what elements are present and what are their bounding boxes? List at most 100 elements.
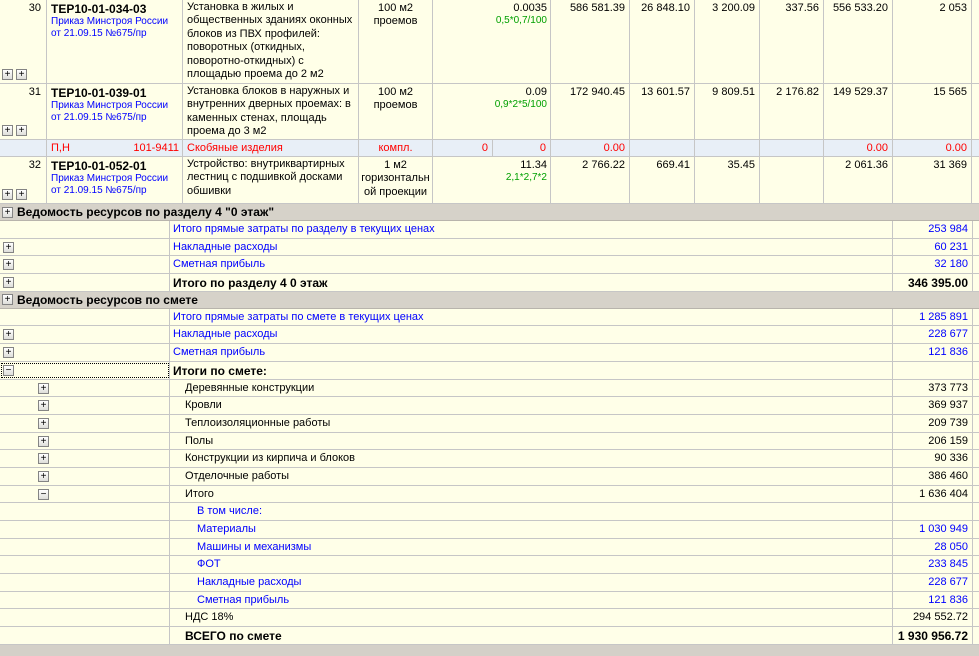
item-unit-cell[interactable]: 1 м2 горизонтальной проекции — [359, 157, 433, 203]
summary-tree-cell[interactable] — [0, 592, 170, 609]
summary-value-cell[interactable]: 1 285 891 — [893, 309, 973, 326]
amount-cell[interactable]: 0.00 — [824, 140, 893, 156]
summary-value-cell[interactable]: 369 937 — [893, 397, 973, 414]
summary-value-cell[interactable]: 206 159 — [893, 433, 973, 450]
item-code-cell[interactable]: ТЕР10-01-052-01Приказ Минстроя Россииот … — [47, 157, 183, 203]
summary-tree-cell[interactable]: − — [0, 486, 170, 503]
summary-value-cell[interactable]: 1 636 404 — [893, 486, 973, 503]
item-code-cell[interactable]: ТЕР10-01-039-01Приказ Минстроя Россииот … — [47, 84, 183, 139]
amount-cell[interactable]: 586 581.39 — [551, 0, 630, 83]
summary-label-cell[interactable]: Итоги по смете: — [170, 362, 893, 379]
amount-cell[interactable]: 31 369 — [893, 157, 972, 203]
summary-label-cell[interactable]: Итого прямые затраты по разделу в текущи… — [170, 221, 893, 238]
collapse-icon[interactable]: − — [38, 489, 49, 500]
summary-value-cell[interactable]: 346 395.00 — [893, 274, 973, 291]
expand-icon[interactable]: + — [38, 383, 49, 394]
summary-tree-cell[interactable] — [0, 309, 170, 326]
summary-tree-cell[interactable] — [0, 609, 170, 626]
summary-tree-cell[interactable]: + — [0, 415, 170, 432]
item-quantity-cell[interactable]: 0.00350,5*0,7/100 — [433, 0, 551, 83]
expand-icon[interactable]: + — [2, 294, 13, 305]
expand-icon[interactable]: + — [38, 453, 49, 464]
amount-cell[interactable] — [760, 140, 824, 156]
expand-icon[interactable]: + — [2, 69, 13, 80]
summary-value-cell[interactable]: 233 845 — [893, 556, 973, 573]
section-header-row[interactable]: +Ведомость ресурсов по смете — [0, 292, 979, 309]
summary-label-cell[interactable]: Сметная прибыль — [170, 256, 893, 273]
summary-label-cell[interactable]: Итого прямые затраты по смете в текущих … — [170, 309, 893, 326]
expand-icon[interactable]: + — [2, 189, 13, 200]
row-number-cell[interactable]: 31++ — [0, 84, 47, 139]
expand-icon[interactable]: + — [2, 125, 13, 136]
item-name-cell[interactable]: Устройство: внутриквартирных лестниц с п… — [183, 157, 359, 203]
summary-label-cell[interactable]: Полы — [170, 433, 893, 450]
summary-tree-cell[interactable]: + — [0, 468, 170, 485]
summary-value-cell[interactable]: 253 984 — [893, 221, 973, 238]
resource-name-cell[interactable]: Скобяные изделия — [183, 140, 359, 156]
amount-cell[interactable] — [695, 140, 760, 156]
summary-label-cell[interactable]: Кровли — [170, 397, 893, 414]
summary-label-cell[interactable]: Отделочные работы — [170, 468, 893, 485]
summary-tree-cell[interactable]: + — [0, 397, 170, 414]
summary-value-cell[interactable]: 1 030 949 — [893, 521, 973, 538]
collapse-icon[interactable]: − — [3, 365, 14, 376]
summary-tree-cell[interactable]: + — [0, 450, 170, 467]
amount-cell[interactable]: 0.00 — [551, 140, 630, 156]
resource-code-cell[interactable]: П,Н101-9411 — [47, 140, 183, 156]
amount-cell[interactable]: 556 533.20 — [824, 0, 893, 83]
item-code-cell[interactable]: ТЕР10-01-034-03Приказ Минстроя Россииот … — [47, 0, 183, 83]
resource-qty-total-cell[interactable]: 0 — [493, 140, 551, 156]
amount-cell[interactable]: 149 529.37 — [824, 84, 893, 139]
amount-cell[interactable]: 13 601.57 — [630, 84, 695, 139]
summary-label-cell[interactable]: Итого по разделу 4 0 этаж — [170, 274, 893, 291]
summary-value-cell[interactable]: 1 930 956.72 — [893, 627, 973, 644]
summary-label-cell[interactable]: ВСЕГО по смете — [170, 627, 893, 644]
expand-icon[interactable]: + — [16, 125, 27, 136]
summary-tree-cell[interactable]: + — [0, 256, 170, 273]
summary-value-cell[interactable]: 228 677 — [893, 574, 973, 591]
summary-tree-cell[interactable] — [0, 627, 170, 644]
amount-cell[interactable]: 9 809.51 — [695, 84, 760, 139]
summary-tree-cell[interactable] — [0, 221, 170, 238]
summary-tree-cell[interactable] — [0, 539, 170, 556]
summary-label-cell[interactable]: Накладные расходы — [170, 574, 893, 591]
summary-value-cell[interactable]: 294 552.72 — [893, 609, 973, 626]
amount-cell[interactable] — [760, 157, 824, 203]
amount-cell[interactable]: 172 940.45 — [551, 84, 630, 139]
summary-value-cell[interactable]: 90 336 — [893, 450, 973, 467]
amount-cell[interactable]: 2 766.22 — [551, 157, 630, 203]
summary-tree-cell[interactable] — [0, 521, 170, 538]
amount-cell[interactable] — [630, 140, 695, 156]
amount-cell[interactable]: 3 200.09 — [695, 0, 760, 83]
amount-cell[interactable]: 0.00 — [893, 140, 972, 156]
expand-icon[interactable]: + — [16, 69, 27, 80]
summary-tree-cell[interactable] — [0, 556, 170, 573]
resource-qty-per-unit-cell[interactable]: 0 — [433, 140, 493, 156]
summary-tree-cell[interactable]: + — [0, 344, 170, 361]
summary-tree-cell[interactable] — [0, 574, 170, 591]
summary-value-cell[interactable]: 373 773 — [893, 380, 973, 397]
expand-icon[interactable]: + — [3, 242, 14, 253]
summary-label-cell[interactable]: Накладные расходы — [170, 239, 893, 256]
expand-icon[interactable]: + — [38, 471, 49, 482]
summary-label-cell[interactable]: Итого — [170, 486, 893, 503]
amount-cell[interactable]: 669.41 — [630, 157, 695, 203]
expand-icon[interactable]: + — [38, 400, 49, 411]
amount-cell[interactable]: 337.56 — [760, 0, 824, 83]
summary-tree-cell[interactable]: + — [0, 326, 170, 343]
summary-label-cell[interactable]: НДС 18% — [170, 609, 893, 626]
summary-label-cell[interactable]: Теплоизоляционные работы — [170, 415, 893, 432]
summary-value-cell[interactable]: 32 180 — [893, 256, 973, 273]
summary-value-cell[interactable] — [893, 362, 973, 379]
item-name-cell[interactable]: Установка блоков в наружных и внутренних… — [183, 84, 359, 139]
item-unit-cell[interactable]: 100 м2 проемов — [359, 84, 433, 139]
summary-value-cell[interactable]: 28 050 — [893, 539, 973, 556]
summary-label-cell[interactable]: Накладные расходы — [170, 326, 893, 343]
item-quantity-cell[interactable]: 0.090,9*2*5/100 — [433, 84, 551, 139]
summary-label-cell[interactable]: Конструкции из кирпича и блоков — [170, 450, 893, 467]
summary-label-cell[interactable]: ФОТ — [170, 556, 893, 573]
summary-tree-cell[interactable] — [0, 503, 170, 520]
summary-value-cell[interactable] — [893, 503, 973, 520]
summary-label-cell[interactable]: Сметная прибыль — [170, 592, 893, 609]
resource-unit-cell[interactable]: компл. — [359, 140, 433, 156]
